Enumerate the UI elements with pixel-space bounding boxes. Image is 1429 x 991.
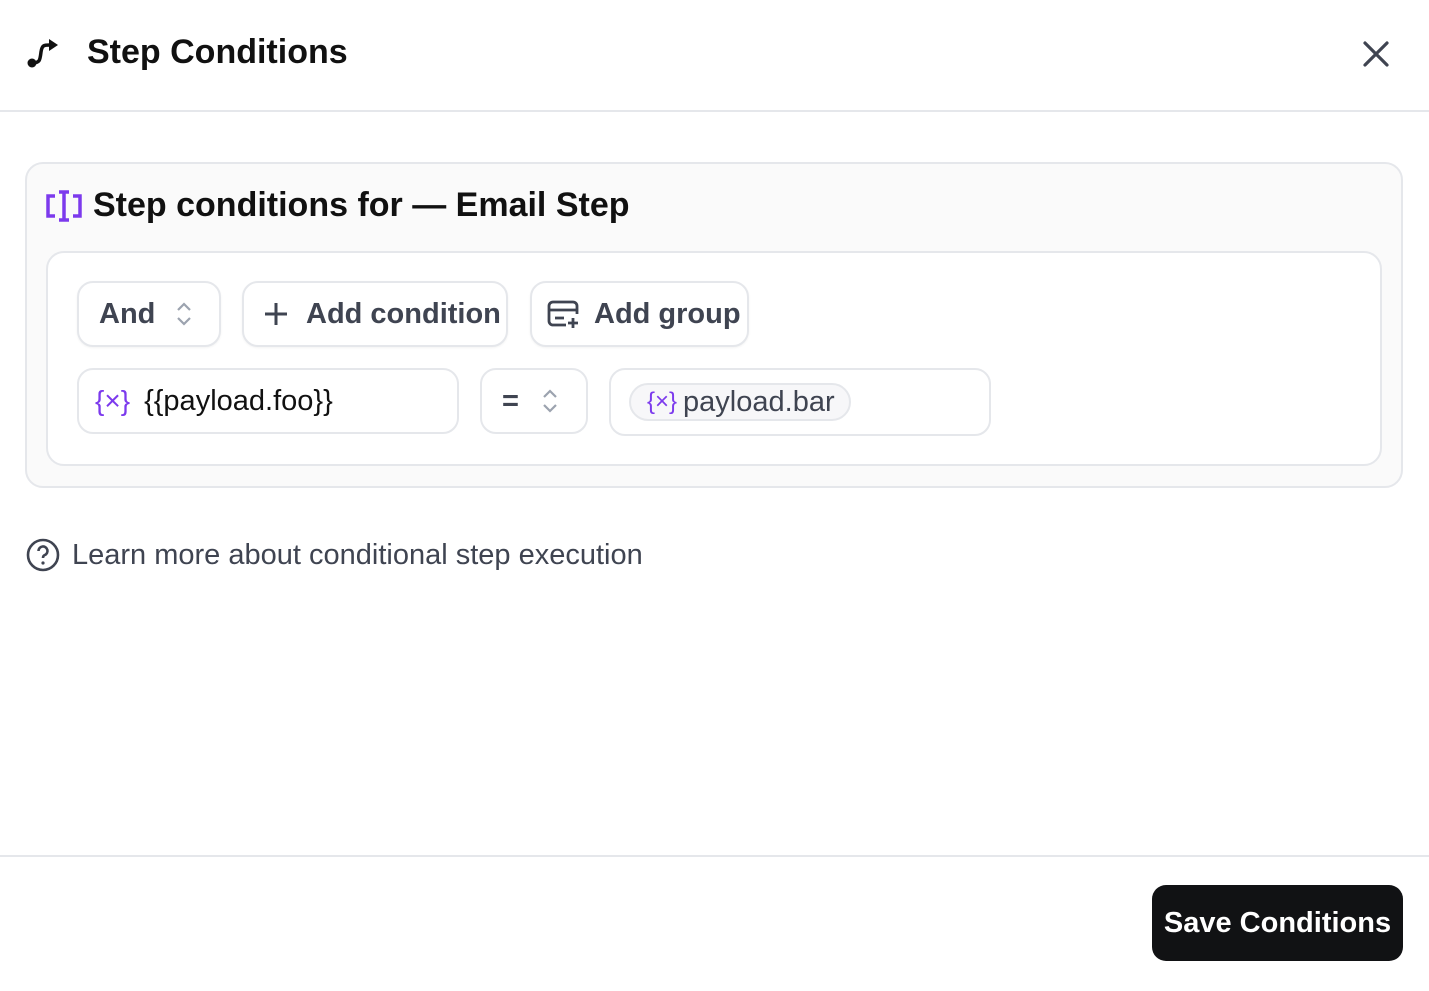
learn-more-label: Learn more about conditional step execut… — [72, 538, 643, 571]
variable-pill[interactable]: {×} payload.bar — [629, 383, 851, 421]
dialog-title: Step Conditions — [87, 33, 348, 71]
variable-icon: {×} — [95, 385, 131, 416]
condition-field-input[interactable]: {×} {{payload.foo}} — [77, 368, 459, 434]
add-group-button[interactable]: Add group — [530, 281, 749, 347]
add-group-label: Add group — [594, 297, 741, 330]
close-icon[interactable] — [1358, 36, 1394, 72]
text-cursor-input-icon — [46, 190, 82, 222]
chevrons-up-down-icon — [177, 302, 192, 326]
combinator-select[interactable]: And — [77, 281, 221, 347]
add-group-icon — [547, 300, 579, 328]
card-title: Step conditions for — Email Step — [93, 186, 630, 224]
condition-value-input[interactable]: {×} payload.bar — [609, 368, 991, 436]
footer-divider — [0, 855, 1429, 857]
chevrons-up-down-icon — [543, 389, 557, 413]
operator-value: = — [502, 384, 519, 417]
condition-field-value: {{payload.foo}} — [144, 384, 333, 417]
variable-icon: {×} — [647, 388, 678, 415]
plus-icon — [265, 303, 287, 325]
help-circle-icon — [26, 538, 60, 572]
save-conditions-button[interactable]: Save Conditions — [1152, 885, 1403, 961]
learn-more-link[interactable]: Learn more about conditional step execut… — [26, 538, 643, 572]
condition-value: payload.bar — [683, 385, 835, 418]
add-condition-button[interactable]: Add condition — [242, 281, 508, 347]
dialog-header: Step Conditions — [0, 0, 1429, 112]
route-icon — [27, 39, 58, 68]
operator-select[interactable]: = — [480, 368, 588, 434]
combinator-value: And — [99, 297, 156, 330]
add-condition-label: Add condition — [306, 297, 501, 330]
